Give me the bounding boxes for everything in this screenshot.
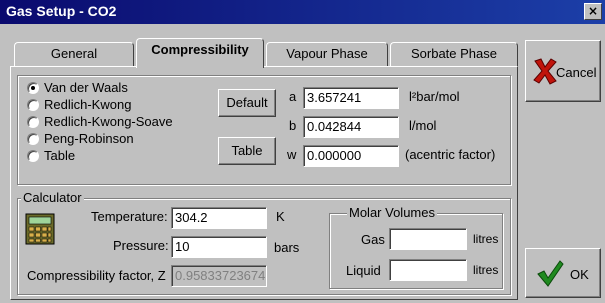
liquid-volume-input[interactable] [389,259,467,281]
tab-label: Vapour Phase [286,46,368,61]
tab-general[interactable]: General [14,42,134,66]
temperature-input[interactable]: 304.2 [171,207,267,229]
radio-label: Van der Waals [44,80,128,95]
tab-sorbate-phase[interactable]: Sorbate Phase [390,42,518,66]
liquid-volume-label: Liquid [346,263,381,278]
radio-label: Peng-Robinson [44,131,134,146]
tab-compressibility[interactable]: Compressibility [136,38,264,68]
cancel-label: Cancel [556,65,597,80]
close-button[interactable]: × [584,3,602,20]
param-a-label: a [289,89,297,104]
radio-redlich-kwong[interactable]: Redlich-Kwong [27,96,131,113]
gas-volume-unit: litres [473,232,499,246]
radio-redlich-kwong-soave[interactable]: Redlich-Kwong-Soave [27,113,173,130]
title-bar: Gas Setup - CO2 × [0,0,605,24]
window-title: Gas Setup - CO2 [6,3,117,19]
param-b-input[interactable]: 0.042844 [303,116,399,138]
param-b-label: b [289,118,297,133]
pressure-label: Pressure: [113,238,169,253]
radio-label: Redlich-Kwong-Soave [44,114,173,129]
param-a-unit: l²bar/mol [409,89,460,104]
close-icon: × [587,4,599,18]
red-x-icon [532,57,558,88]
molar-volumes-title: Molar Volumes [347,205,437,220]
table-button[interactable]: Table [218,137,276,165]
param-w-input[interactable]: 0.000000 [303,145,399,167]
gas-volume-input[interactable] [389,228,467,250]
radio-button[interactable] [27,132,39,145]
param-w-unit: (acentric factor) [405,147,496,162]
ok-button[interactable]: OK [525,248,601,298]
param-b-unit: l/mol [409,118,437,133]
ok-label: OK [570,267,589,282]
radio-button[interactable] [27,81,39,94]
compressibility-factor-output: 0.95833723674 [171,265,267,287]
pressure-unit: bars [274,240,300,255]
temperature-unit: K [276,209,285,224]
radio-button[interactable] [27,115,39,128]
temperature-label: Temperature: [91,209,168,224]
tab-vapour-phase[interactable]: Vapour Phase [266,42,388,66]
compressibility-factor-label: Compressibility factor, Z [27,268,166,283]
radio-label: Redlich-Kwong [44,97,132,112]
calculator-title: Calculator [21,190,84,205]
pressure-input[interactable]: 10 [171,236,267,258]
tab-label: Compressibility [151,42,249,57]
tab-label: Sorbate Phase [410,46,497,61]
calculator-icon[interactable] [25,213,55,245]
gas-volume-label: Gas [361,232,385,247]
radio-van-der-waals[interactable]: Van der Waals [27,79,128,96]
radio-button[interactable] [27,149,39,162]
param-a-input[interactable]: 3.657241 [303,87,399,109]
cancel-button[interactable]: Cancel [525,40,601,102]
liquid-volume-unit: litres [473,263,499,277]
green-check-icon [536,259,564,290]
param-w-label: w [287,147,297,162]
tab-label: General [50,46,98,61]
radio-peng-robinson[interactable]: Peng-Robinson [27,130,134,147]
default-button[interactable]: Default [218,89,276,117]
compressibility-panel: Van der Waals Redlich-Kwong Redlich-Kwon… [10,66,518,300]
radio-button[interactable] [27,98,39,111]
radio-label: Table [44,148,76,163]
radio-table[interactable]: Table [27,147,75,164]
